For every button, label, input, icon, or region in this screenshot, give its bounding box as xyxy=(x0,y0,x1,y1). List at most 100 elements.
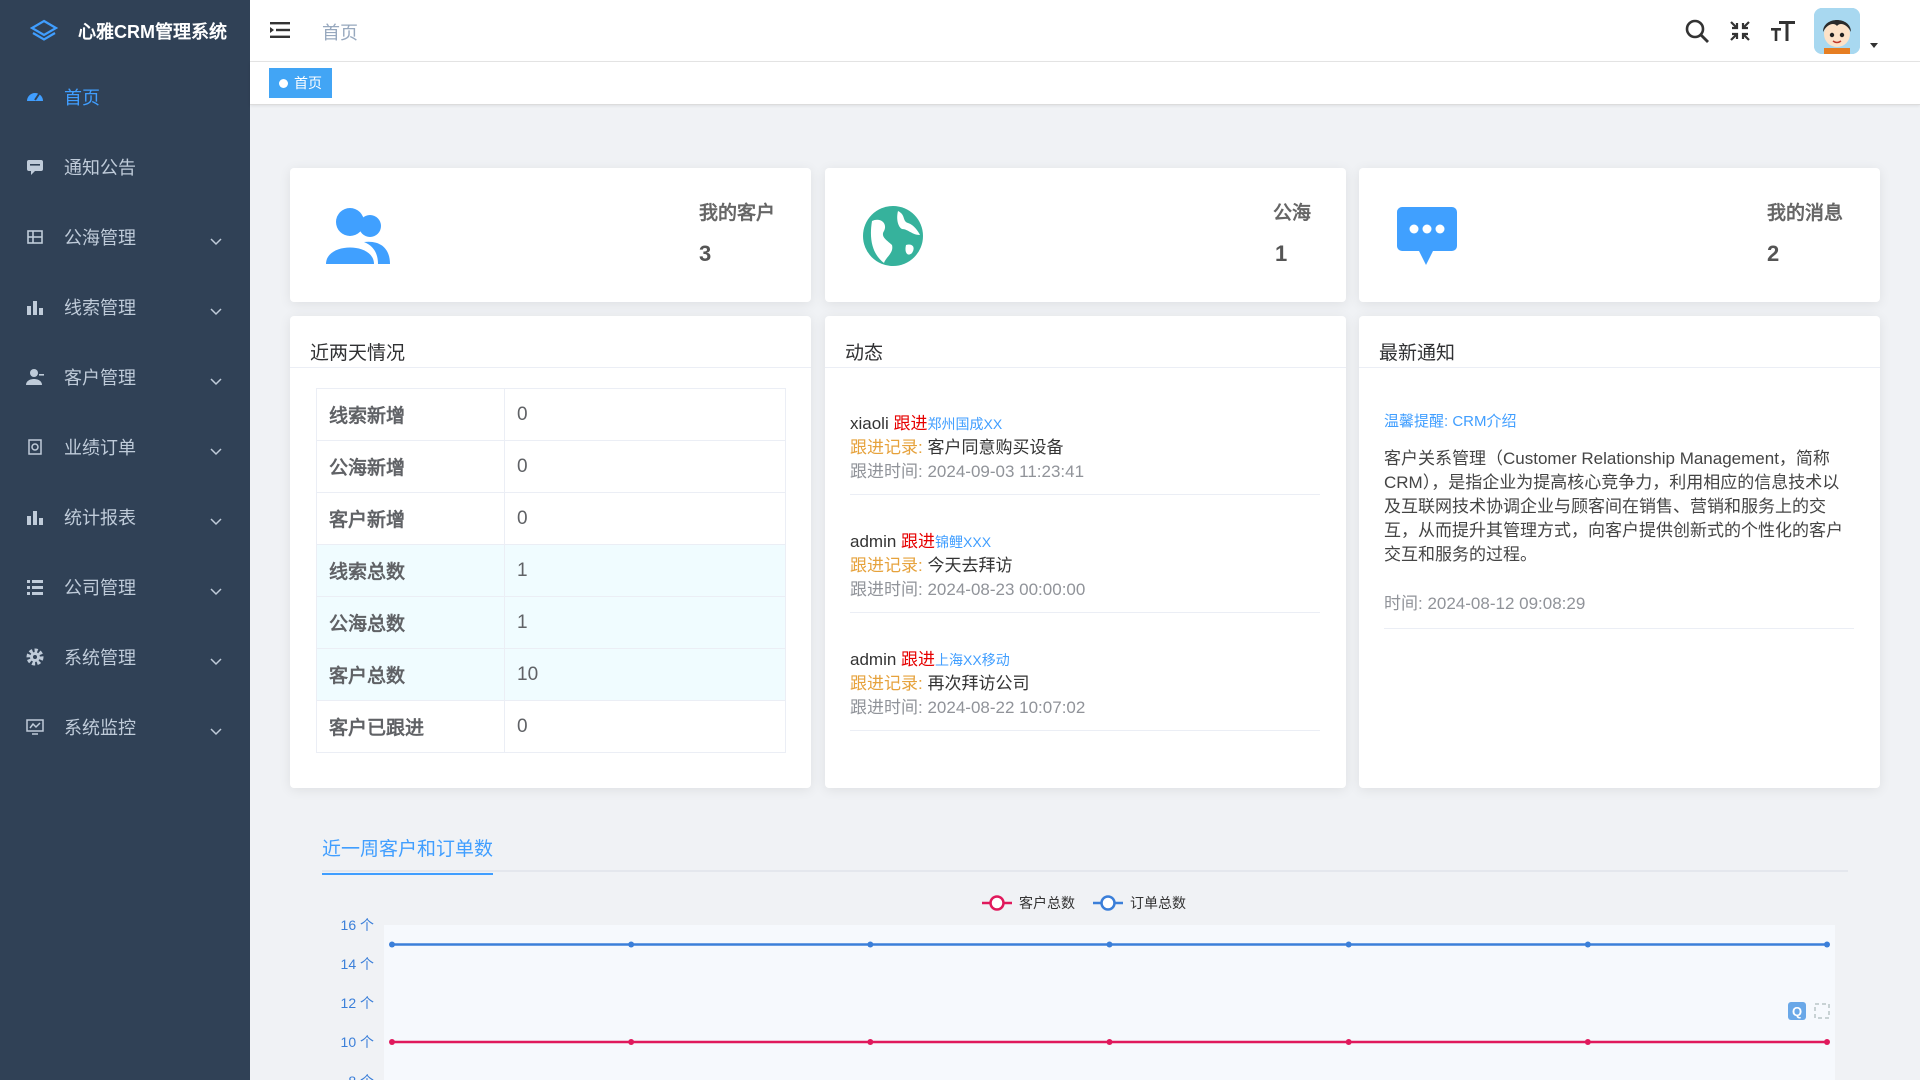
dyn-time-label: 跟进时间: xyxy=(850,698,923,717)
y-tick-label: 12 个 xyxy=(341,995,374,1011)
app-logo[interactable]: 心雅CRM管理系统 xyxy=(0,0,250,62)
stat-card-my-messages[interactable]: 我的消息 2 xyxy=(1359,168,1880,302)
table-row: 客户新增 0 xyxy=(316,492,786,545)
sidebar-item-0[interactable]: 首页 xyxy=(0,62,250,132)
notice-body: 客户关系管理（Customer Relationship Management，… xyxy=(1384,449,1843,564)
row-value: 0 xyxy=(504,388,786,441)
dyn-record: 今天去拜访 xyxy=(927,556,1013,575)
sidebar-item-label: 统计报表 xyxy=(64,508,136,528)
dyn-time: 2024-09-03 11:23:41 xyxy=(927,462,1085,481)
data-point xyxy=(628,1039,635,1045)
sidebar-item-6[interactable]: 统计报表 xyxy=(0,482,250,552)
stat-card-my-customers[interactable]: 我的客户 3 xyxy=(290,168,811,302)
layers-icon xyxy=(30,19,58,41)
legend-label: 订单总数 xyxy=(1130,895,1186,911)
dyn-record: 再次拜访公司 xyxy=(927,674,1030,693)
zoom-icon-glyph: Q xyxy=(1792,1004,1802,1019)
divider xyxy=(1384,628,1854,629)
dyn-target-link[interactable]: 郑州国成XX xyxy=(927,416,1002,432)
chevron-down-icon xyxy=(210,300,222,321)
panel-title: 近两天情况 xyxy=(290,316,811,368)
globe-icon xyxy=(863,206,923,266)
font-size-icon[interactable] xyxy=(1770,19,1796,43)
user-icon xyxy=(26,368,44,386)
y-tick-label: 14 个 xyxy=(341,956,374,972)
row-value: 10 xyxy=(504,648,786,701)
dynamic-item: xiaoli 跟进郑州国成XX 跟进记录: 客户同意购买设备 跟进时间: 2024-… xyxy=(850,412,1320,495)
message-icon xyxy=(26,158,44,176)
data-point xyxy=(1584,941,1591,948)
notice-link[interactable]: 温馨提醒: CRM介绍 xyxy=(1384,410,1854,431)
row-key: 客户总数 xyxy=(316,648,505,701)
breadcrumb[interactable]: 首页 xyxy=(322,19,358,45)
tab-weekly[interactable]: 近一周客户和订单数 xyxy=(322,834,494,875)
dyn-action: 跟进 xyxy=(893,414,928,433)
dynamic-item: admin 跟进锦鲤XXX 跟进记录: 今天去拜访 跟进时间: 2024-08-23… xyxy=(850,530,1320,613)
sidebar-item-1[interactable]: 通知公告 xyxy=(0,132,250,202)
dynamic-item: admin 跟进上海XX移动 跟进记录: 再次拜访公司 跟进时间: 2024-08-… xyxy=(850,648,1320,731)
divider xyxy=(850,730,1320,731)
sidebar-item-label: 公海管理 xyxy=(64,228,136,248)
sidebar-item-label: 业绩订单 xyxy=(64,438,136,458)
sidebar-item-4[interactable]: 客户管理 xyxy=(0,342,250,412)
chevron-down-icon xyxy=(210,440,222,461)
sidebar-item-label: 线索管理 xyxy=(64,298,136,318)
tags-view: 首页 xyxy=(250,62,1920,105)
data-point xyxy=(867,941,874,948)
dyn-action: 跟进 xyxy=(901,650,936,669)
data-point xyxy=(1824,1039,1830,1045)
sidebar-item-label: 通知公告 xyxy=(64,158,136,178)
order-icon xyxy=(26,438,44,456)
sidebar-item-5[interactable]: 业绩订单 xyxy=(0,412,250,482)
row-value: 1 xyxy=(504,596,786,649)
dyn-user: xiaoli xyxy=(850,414,889,433)
stat-value: 3 xyxy=(699,241,712,266)
sidebar-item-2[interactable]: 公海管理 xyxy=(0,202,250,272)
row-key: 线索总数 xyxy=(316,544,505,597)
sidebar-item-8[interactable]: 系统管理 xyxy=(0,622,250,692)
search-icon[interactable] xyxy=(1684,18,1710,44)
data-point xyxy=(1106,1039,1113,1045)
recent-panel: 近两天情况 线索新增 0 公海新增 0 客户新增 0 线索总数 1 公海总数 1 客户总数 10 客户已… xyxy=(290,316,811,788)
sidebar: 心雅CRM管理系统 首页通知公告公海管理线索管理客户管理业绩订单统计报表公司管理… xyxy=(0,0,250,1080)
hamburger-icon[interactable] xyxy=(270,20,292,40)
sidebar-item-7[interactable]: 公司管理 xyxy=(0,552,250,622)
data-point xyxy=(1106,941,1113,948)
dyn-time-label: 跟进时间: xyxy=(850,462,923,481)
gear-icon xyxy=(26,648,44,666)
stat-card-public-pool[interactable]: 公海 1 xyxy=(825,168,1346,302)
caret-down-icon[interactable] xyxy=(1868,39,1880,51)
users-icon xyxy=(326,208,390,264)
bar-chart-icon xyxy=(26,508,44,526)
row-value: 0 xyxy=(504,440,786,493)
sidebar-item-label: 客户管理 xyxy=(64,368,136,388)
dyn-time-label: 跟进时间: xyxy=(850,580,923,599)
monitor-icon xyxy=(26,718,44,736)
dyn-time: 2024-08-22 10:07:02 xyxy=(927,698,1086,717)
dyn-target-link[interactable]: 上海XX移动 xyxy=(935,652,1010,668)
table-row: 线索新增 0 xyxy=(316,388,786,441)
sidebar-item-3[interactable]: 线索管理 xyxy=(0,272,250,342)
fullscreen-exit-icon[interactable] xyxy=(1728,19,1752,43)
dyn-record-label: 跟进记录: xyxy=(850,674,923,693)
legend-label: 客户总数 xyxy=(1019,895,1075,911)
chevron-down-icon xyxy=(210,370,222,391)
chevron-down-icon xyxy=(210,510,222,531)
row-value: 0 xyxy=(504,700,786,753)
weekly-chart: 16 个 14 个 12 个 10 个 8 个 客户总数 订单总数 Q xyxy=(341,895,1835,1080)
legend-marker xyxy=(989,895,1005,911)
sidebar-item-9[interactable]: 系统监控 xyxy=(0,692,250,762)
active-dot xyxy=(279,78,288,88)
tag-home[interactable]: 首页 xyxy=(269,68,332,98)
stat-title: 我的消息 xyxy=(1767,203,1844,224)
stat-value: 1 xyxy=(1275,241,1288,266)
row-key: 公海总数 xyxy=(316,596,505,649)
table-row: 客户已跟进 0 xyxy=(316,700,786,753)
chat-icon xyxy=(1397,207,1457,265)
table-row: 公海总数 1 xyxy=(316,596,786,649)
dyn-target-link[interactable]: 锦鲤XXX xyxy=(935,534,991,550)
recent-table: 线索新增 0 公海新增 0 客户新增 0 线索总数 1 公海总数 1 客户总数 10 客户已跟进 0 xyxy=(316,388,786,753)
user-avatar[interactable] xyxy=(1814,8,1860,54)
dyn-user: admin xyxy=(850,650,897,669)
data-point xyxy=(1345,941,1352,948)
